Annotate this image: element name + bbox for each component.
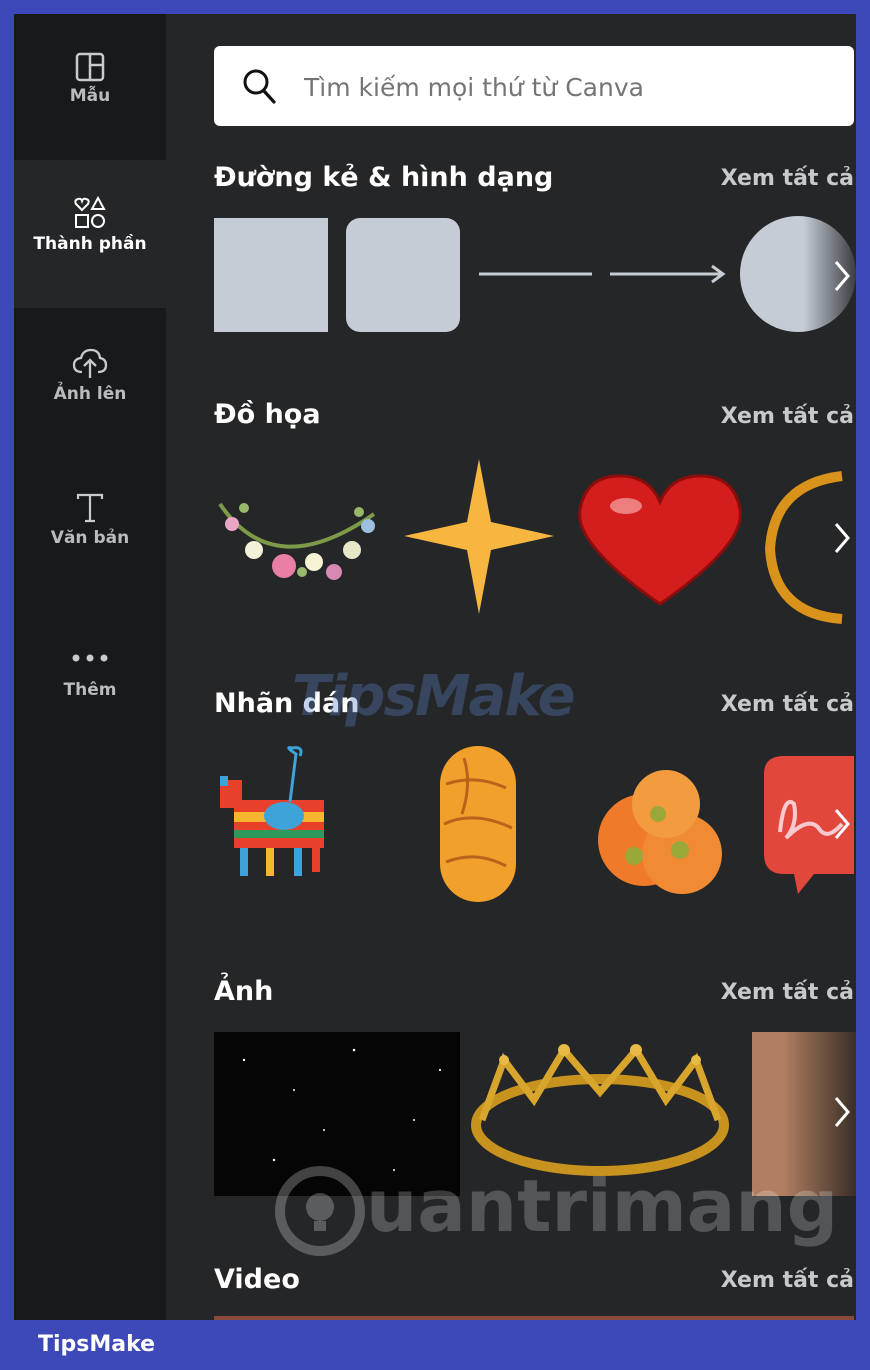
text-icon bbox=[76, 493, 104, 523]
sidebar-item-label: Thành phần bbox=[33, 234, 147, 254]
search-icon bbox=[243, 69, 276, 104]
tipsmake-watermark: TipsMake bbox=[292, 664, 576, 729]
lightbulb-icon bbox=[275, 1166, 365, 1257]
chevron-right-icon bbox=[834, 261, 850, 291]
section-title-photos: Ảnh bbox=[214, 976, 274, 1007]
wood-pill-sticker[interactable] bbox=[440, 746, 516, 902]
sidebar-item-elements[interactable]: Thành phần bbox=[14, 160, 166, 308]
llama-pinata-sticker[interactable] bbox=[220, 746, 324, 876]
scroll-right-chevron[interactable] bbox=[826, 508, 856, 568]
chevron-right-icon bbox=[834, 1097, 850, 1127]
heart-graphic[interactable] bbox=[578, 474, 742, 606]
sidebar-item-label: Văn bản bbox=[50, 528, 130, 548]
template-icon bbox=[75, 52, 105, 82]
sidebar: Mẫu Thành phần Ảnh lên Văn bản Thêm bbox=[14, 14, 166, 1320]
section-title-graphics: Đồ họa bbox=[214, 399, 321, 430]
orange-flower-sticker[interactable] bbox=[598, 770, 722, 894]
sidebar-item-more[interactable]: Thêm bbox=[14, 600, 166, 730]
sidebar-item-label: Thêm bbox=[63, 680, 117, 700]
stickers-row bbox=[220, 746, 854, 902]
gold-crown-photo[interactable] bbox=[471, 1044, 729, 1176]
footer-bar: TipsMake bbox=[0, 1320, 870, 1370]
search-input[interactable] bbox=[302, 64, 826, 110]
sidebar-item-label: Mẫu bbox=[69, 86, 111, 106]
sidebar-item-text[interactable]: Văn bản bbox=[14, 454, 166, 600]
arrow-line-shape[interactable] bbox=[610, 264, 726, 284]
chevron-right-icon bbox=[834, 523, 850, 553]
scroll-right-chevron[interactable] bbox=[826, 1082, 856, 1142]
section-title-video: Video bbox=[214, 1264, 300, 1295]
footer-label: TipsMake bbox=[38, 1332, 156, 1357]
rounded-square-shape[interactable] bbox=[346, 218, 460, 332]
more-dots-icon bbox=[72, 654, 108, 662]
section-title-lines-shapes: Đường kẻ & hình dạng bbox=[214, 162, 554, 193]
elements-icon bbox=[74, 196, 106, 228]
see-all-link[interactable]: Xem tất cả bbox=[721, 1268, 854, 1293]
graphics-row bbox=[218, 459, 843, 624]
floral-wreath-graphic[interactable] bbox=[218, 502, 376, 580]
shapes-row bbox=[214, 216, 856, 332]
watermark-text: uantrimang bbox=[366, 1164, 839, 1248]
see-all-link[interactable]: Xem tất cả bbox=[721, 980, 854, 1005]
see-all-link[interactable]: Xem tất cả bbox=[721, 166, 854, 191]
chevron-right-icon bbox=[834, 809, 850, 839]
scroll-right-chevron[interactable] bbox=[826, 246, 856, 306]
square-shape[interactable] bbox=[214, 218, 328, 332]
see-all-link[interactable]: Xem tất cả bbox=[721, 404, 854, 429]
quantrimang-watermark: uantrimang bbox=[274, 1164, 838, 1257]
see-all-link[interactable]: Xem tất cả bbox=[721, 692, 854, 717]
sidebar-item-label: Ảnh lên bbox=[53, 384, 127, 404]
upload-cloud-icon bbox=[72, 348, 108, 378]
search-bar[interactable] bbox=[214, 46, 854, 126]
sidebar-item-templates[interactable]: Mẫu bbox=[14, 14, 166, 160]
canva-side-panel: Mẫu Thành phần Ảnh lên Văn bản Thêm Đườn… bbox=[14, 14, 856, 1320]
scroll-right-chevron[interactable] bbox=[826, 794, 856, 854]
starburst-graphic[interactable] bbox=[404, 459, 554, 614]
sidebar-item-uploads[interactable]: Ảnh lên bbox=[14, 308, 166, 454]
